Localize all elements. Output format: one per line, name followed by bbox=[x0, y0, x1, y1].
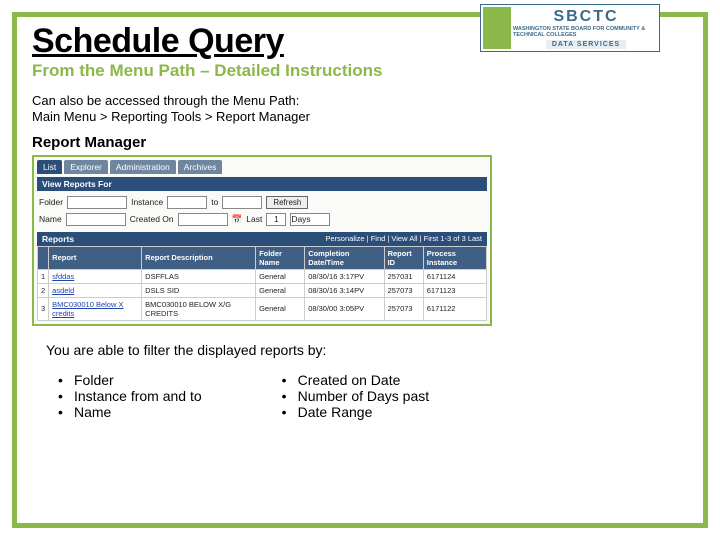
table-row: 2 asdeld DSLS SID General 08/30/16 3:14P… bbox=[38, 283, 487, 297]
cell-desc: DSFFLAS bbox=[142, 269, 256, 283]
slide-content: Schedule Query From the Menu Path – Deta… bbox=[32, 22, 688, 518]
logo-tagline: WASHINGTON STATE BOARD FOR COMMUNITY & T… bbox=[513, 26, 659, 38]
tab-list[interactable]: List bbox=[37, 160, 62, 174]
cell-dt: 08/30/00 3:05PV bbox=[305, 297, 384, 320]
table-row: 1 sfddas DSFFLAS General 08/30/16 3:17PV… bbox=[38, 269, 487, 283]
wa-flag-icon bbox=[483, 7, 511, 49]
label-instance: Instance bbox=[131, 197, 163, 207]
label-name: Name bbox=[39, 214, 62, 224]
days-select[interactable]: Days bbox=[290, 213, 330, 226]
cell-desc: BMC030010 BELOW X/G CREDITS bbox=[142, 297, 256, 320]
label-created-on: Created On bbox=[130, 214, 174, 224]
folder-select[interactable] bbox=[67, 196, 127, 209]
name-input[interactable] bbox=[66, 213, 126, 226]
refresh-button[interactable]: Refresh bbox=[266, 196, 308, 209]
cell-folder: General bbox=[256, 283, 305, 297]
cell-rid: 257031 bbox=[384, 269, 423, 283]
logo-text: SBCTC WASHINGTON STATE BOARD FOR COMMUNI… bbox=[513, 8, 659, 49]
cell-report[interactable]: BMC030010 Below X credits bbox=[49, 297, 142, 320]
tab-explorer[interactable]: Explorer bbox=[64, 160, 108, 174]
cell-report[interactable]: asdeld bbox=[49, 283, 142, 297]
list-item: Created on Date bbox=[282, 372, 430, 388]
col-rid: Report ID bbox=[384, 246, 423, 269]
list-item: Date Range bbox=[282, 404, 430, 420]
last-n-input[interactable]: 1 bbox=[266, 213, 286, 226]
logo-sublabel: DATA SERVICES bbox=[546, 40, 626, 49]
table-header-row: Report Report Description Folder Name Co… bbox=[38, 246, 487, 269]
intro-line-1: Can also be accessed through the Menu Pa… bbox=[32, 93, 688, 109]
list-item: Instance from and to bbox=[58, 388, 202, 404]
bullet-columns: Folder Instance from and to Name Created… bbox=[58, 372, 688, 420]
list-item: Folder bbox=[58, 372, 202, 388]
table-row: 3 BMC030010 Below X credits BMC030010 BE… bbox=[38, 297, 487, 320]
cell-pi: 6171123 bbox=[423, 283, 486, 297]
cell-n: 1 bbox=[38, 269, 49, 283]
intro-text: Can also be accessed through the Menu Pa… bbox=[32, 93, 688, 126]
cell-folder: General bbox=[256, 269, 305, 283]
instance-from-input[interactable] bbox=[167, 196, 207, 209]
intro-line-2: Main Menu > Reporting Tools > Report Man… bbox=[32, 109, 688, 125]
col-pi: Process Instance bbox=[423, 246, 486, 269]
label-last: Last bbox=[246, 214, 262, 224]
col-desc: Report Description bbox=[142, 246, 256, 269]
filter-row-2: Name Created On 📅 Last 1 Days bbox=[34, 211, 490, 228]
calendar-icon[interactable]: 📅 bbox=[232, 214, 243, 225]
page-subtitle: From the Menu Path – Detailed Instructio… bbox=[32, 61, 688, 81]
reports-title: Reports bbox=[42, 234, 74, 244]
col-folder: Folder Name bbox=[256, 246, 305, 269]
filter-statement: You are able to filter the displayed rep… bbox=[46, 342, 688, 358]
cell-n: 3 bbox=[38, 297, 49, 320]
cell-desc: DSLS SID bbox=[142, 283, 256, 297]
list-item: Number of Days past bbox=[282, 388, 430, 404]
reports-table: Report Report Description Folder Name Co… bbox=[37, 246, 487, 321]
filter-row-1: Folder Instance to Refresh bbox=[34, 194, 490, 211]
label-folder: Folder bbox=[39, 197, 63, 207]
created-on-input[interactable] bbox=[178, 213, 228, 226]
col-report: Report bbox=[49, 246, 142, 269]
reports-header-bar: Reports Personalize | Find | View All | … bbox=[37, 232, 487, 246]
cell-folder: General bbox=[256, 297, 305, 320]
instance-to-input[interactable] bbox=[222, 196, 262, 209]
view-reports-title: View Reports For bbox=[37, 177, 487, 191]
cell-report[interactable]: sfddas bbox=[49, 269, 142, 283]
cell-dt: 08/30/16 3:14PV bbox=[305, 283, 384, 297]
cell-pi: 6171124 bbox=[423, 269, 486, 283]
cell-n: 2 bbox=[38, 283, 49, 297]
col-n bbox=[38, 246, 49, 269]
cell-rid: 257073 bbox=[384, 297, 423, 320]
left-bullet-list: Folder Instance from and to Name bbox=[58, 372, 202, 420]
report-manager-screenshot: List Explorer Administration Archives Vi… bbox=[32, 155, 492, 326]
logo-acronym: SBCTC bbox=[553, 8, 618, 26]
header-logo: SBCTC WASHINGTON STATE BOARD FOR COMMUNI… bbox=[480, 4, 660, 52]
reports-pager[interactable]: Personalize | Find | View All | First 1-… bbox=[325, 234, 482, 244]
cell-dt: 08/30/16 3:17PV bbox=[305, 269, 384, 283]
list-item: Name bbox=[58, 404, 202, 420]
tab-archives[interactable]: Archives bbox=[178, 160, 223, 174]
tabs-row: List Explorer Administration Archives bbox=[34, 157, 490, 174]
cell-pi: 6171122 bbox=[423, 297, 486, 320]
right-bullet-list: Created on Date Number of Days past Date… bbox=[282, 372, 430, 420]
section-label: Report Manager bbox=[32, 134, 688, 151]
tab-administration[interactable]: Administration bbox=[110, 160, 176, 174]
col-dt: Completion Date/Time bbox=[305, 246, 384, 269]
cell-rid: 257073 bbox=[384, 283, 423, 297]
label-to: to bbox=[211, 197, 218, 207]
